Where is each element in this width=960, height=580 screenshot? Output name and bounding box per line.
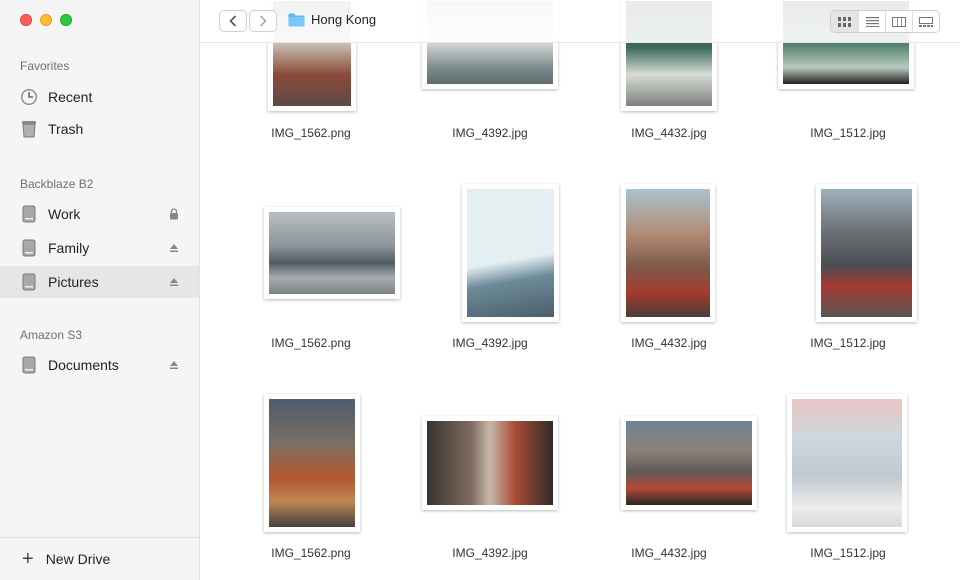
photo-image: [626, 189, 710, 317]
eject-icon[interactable]: [167, 358, 181, 372]
new-drive-button[interactable]: + New Drive: [0, 537, 199, 580]
list-icon: [865, 16, 879, 27]
file-name-label: IMG_4392.jpg: [452, 546, 528, 560]
columns-icon: [892, 16, 906, 27]
sidebar-item-work[interactable]: Work: [0, 198, 199, 230]
current-folder-label: Hong Kong: [311, 12, 377, 27]
sidebar-item-recent[interactable]: Recent: [0, 81, 199, 113]
file-thumbnail[interactable]: [264, 207, 400, 299]
close-window-button[interactable]: [20, 14, 32, 26]
file-name-label: IMG_1512.jpg: [810, 126, 886, 140]
photo-image: [427, 421, 553, 505]
column-view-button[interactable]: [885, 11, 912, 32]
gallery-view-button[interactable]: [912, 11, 939, 32]
drive-icon: [20, 205, 38, 223]
file-thumbnail[interactable]: [264, 394, 360, 532]
file-thumbnail[interactable]: [621, 416, 757, 510]
file-name-label: IMG_4432.jpg: [631, 126, 707, 140]
sidebar-item-label: Family: [48, 240, 90, 256]
gallery-icon: [919, 16, 933, 27]
file-browser: IMG_1562.png IMG_4392.jpg IMG_4432.jpg IMG_…: [200, 0, 960, 580]
sidebar: Favorites Recent Trash Backblaze B2 Work…: [0, 0, 200, 580]
list-view-button[interactable]: [858, 11, 885, 32]
file-thumbnail[interactable]: [621, 184, 715, 322]
file-thumbnail[interactable]: [787, 394, 907, 532]
lock-icon: [167, 207, 181, 221]
sidebar-item-label: Trash: [48, 121, 84, 137]
file-name-label: IMG_1562.png: [271, 126, 351, 140]
sidebar-item-trash[interactable]: Trash: [0, 113, 199, 145]
photo-image: [792, 399, 902, 527]
trash-icon: [20, 120, 38, 138]
photo-image: [269, 212, 395, 294]
toolbar: Hong Kong: [200, 0, 960, 43]
drive-icon: [20, 273, 38, 291]
section-title-amazon: Amazon S3: [20, 328, 83, 342]
photo-image: [269, 399, 355, 527]
sidebar-item-label: Documents: [48, 357, 119, 373]
icon-view-button[interactable]: [831, 11, 858, 32]
folder-icon: [288, 13, 305, 27]
sidebar-item-documents[interactable]: Documents: [0, 349, 199, 381]
file-thumbnail[interactable]: [422, 416, 558, 510]
section-title-favorites: Favorites: [20, 59, 70, 73]
drive-icon: [20, 356, 38, 374]
window-controls: [20, 14, 72, 26]
zoom-window-button[interactable]: [60, 14, 72, 26]
grid-icon: [838, 16, 851, 27]
file-name-label: IMG_1512.jpg: [810, 336, 886, 350]
minimize-window-button[interactable]: [40, 14, 52, 26]
section-title-backblaze: Backblaze B2: [20, 177, 94, 191]
file-name-label: IMG_4432.jpg: [631, 336, 707, 350]
file-thumbnail[interactable]: [816, 184, 917, 322]
sidebar-item-label: Recent: [48, 89, 93, 105]
photo-image: [467, 189, 554, 317]
sidebar-item-family[interactable]: Family: [0, 232, 199, 264]
eject-icon[interactable]: [167, 241, 181, 255]
file-name-label: IMG_4392.jpg: [452, 126, 528, 140]
chevron-left-icon: [229, 15, 237, 27]
sidebar-item-label: Pictures: [48, 274, 99, 290]
photo-image: [821, 189, 912, 317]
sidebar-item-label: Work: [48, 206, 81, 222]
file-thumbnail[interactable]: [462, 184, 559, 322]
photo-image: [626, 421, 752, 505]
forward-button[interactable]: [249, 10, 277, 32]
eject-icon[interactable]: [167, 275, 181, 289]
sidebar-item-pictures[interactable]: Pictures: [0, 266, 199, 298]
new-drive-label: New Drive: [45, 551, 111, 567]
file-name-label: IMG_4392.jpg: [452, 336, 528, 350]
file-name-label: IMG_1512.jpg: [810, 546, 886, 560]
breadcrumb: Hong Kong: [288, 12, 376, 27]
drive-icon: [20, 239, 38, 257]
chevron-right-icon: [259, 15, 267, 27]
file-name-label: IMG_4432.jpg: [631, 546, 707, 560]
back-button[interactable]: [219, 10, 247, 32]
plus-icon: +: [22, 548, 34, 570]
clock-icon: [20, 88, 38, 106]
view-mode-switch: [830, 10, 940, 33]
file-name-label: IMG_1562.png: [271, 336, 351, 350]
file-name-label: IMG_1562.png: [271, 546, 351, 560]
